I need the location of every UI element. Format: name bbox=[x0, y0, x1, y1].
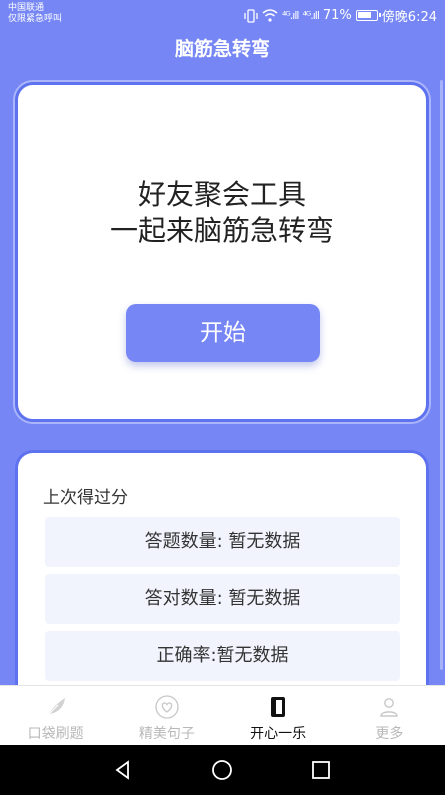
tab-more[interactable]: 更多 bbox=[334, 686, 445, 745]
back-icon[interactable] bbox=[111, 758, 135, 782]
emergency-only-text: 仅限紧急呼叫 bbox=[8, 14, 63, 24]
tab-pocket-quiz[interactable]: 口袋刷题 bbox=[0, 686, 111, 745]
recent-apps-icon[interactable] bbox=[309, 758, 333, 782]
score-heading: 上次得过分 bbox=[43, 488, 128, 508]
tab-label: 口袋刷题 bbox=[27, 726, 84, 742]
scrollbar[interactable] bbox=[440, 80, 443, 670]
tab-beautiful-sentences[interactable]: 精美句子 bbox=[111, 686, 222, 745]
signal-strength-icon-2: ⁴ᴳ.ıll bbox=[302, 9, 319, 22]
heart-icon bbox=[155, 695, 179, 719]
hero-line-1: 好友聚会工具 bbox=[137, 178, 306, 211]
wifi-icon bbox=[262, 9, 278, 22]
system-navigation-bar bbox=[0, 745, 445, 795]
person-icon bbox=[380, 698, 399, 717]
status-icons: ⁴ᴳ.ıll ⁴ᴳ.ıll 71% 傍晚6:24 bbox=[244, 6, 437, 25]
status-bar: 中国联通 仅限紧急呼叫 ⁴ᴳ.ıll ⁴ᴳ.ıll 71% 傍晚6:24 bbox=[0, 0, 445, 30]
home-icon[interactable] bbox=[210, 758, 234, 782]
battery-percent: 71% bbox=[322, 8, 352, 23]
tab-label: 更多 bbox=[375, 726, 404, 742]
tab-label: 开心一乐 bbox=[250, 726, 307, 742]
carrier-name: 中国联通 bbox=[8, 3, 45, 13]
bottom-tab-bar: 口袋刷题 精美句子 开心一乐 更多 bbox=[0, 685, 445, 745]
page-title: 脑筋急转弯 bbox=[174, 38, 270, 60]
stat-row-question-count: 答题数量: 暂无数据 bbox=[45, 517, 400, 567]
tab-label: 精美句子 bbox=[138, 726, 195, 742]
feather-icon bbox=[46, 698, 65, 717]
signal-strength-icon: ⁴ᴳ.ıll bbox=[281, 9, 299, 22]
hero-text: 好友聚会工具 一起来脑筋急转弯 bbox=[18, 177, 426, 249]
stat-row-correct-count: 答对数量: 暂无数据 bbox=[45, 574, 400, 624]
tab-happy-moment[interactable]: 开心一乐 bbox=[223, 686, 334, 745]
hero-line-2: 一起来脑筋急转弯 bbox=[109, 214, 334, 247]
score-card: 上次得过分 答题数量: 暂无数据 答对数量: 暂无数据 正确率:暂无数据 bbox=[15, 450, 429, 710]
book-icon bbox=[271, 697, 286, 717]
start-button[interactable]: 开始 bbox=[126, 304, 320, 362]
stat-row-accuracy: 正确率:暂无数据 bbox=[45, 631, 400, 681]
hero-card: 好友聚会工具 一起来脑筋急转弯 开始 bbox=[15, 82, 429, 422]
carrier-info: 中国联通 仅限紧急呼叫 bbox=[8, 3, 62, 25]
clock: 傍晚6:24 bbox=[381, 10, 437, 25]
battery-icon bbox=[355, 10, 381, 21]
vibrate-icon bbox=[244, 8, 258, 23]
